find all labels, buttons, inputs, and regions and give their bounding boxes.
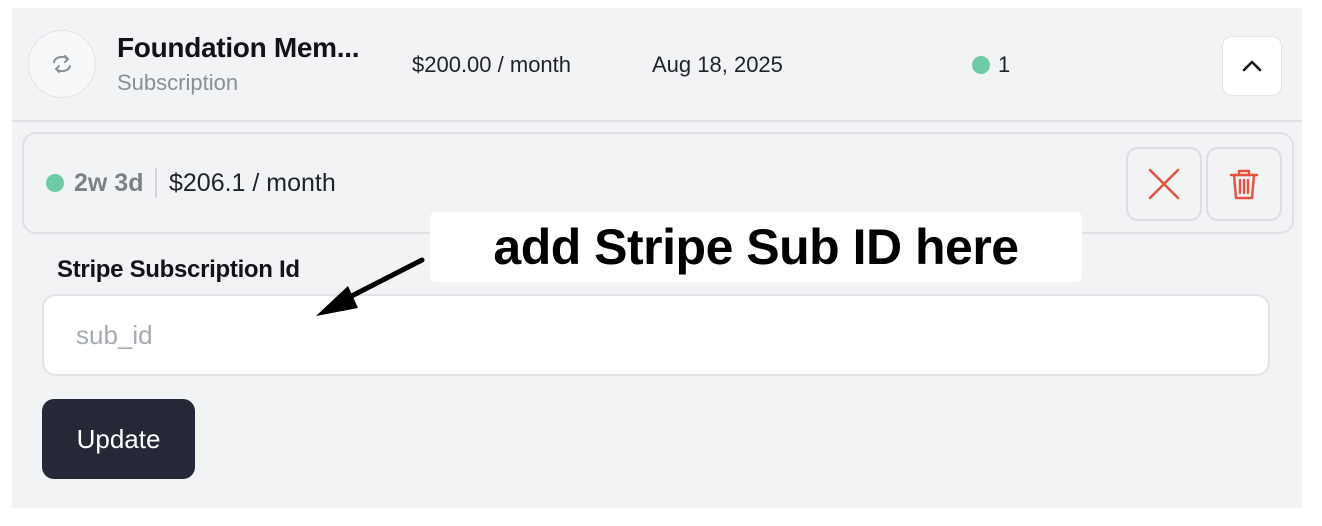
trash-icon (1229, 169, 1259, 200)
delete-button[interactable] (1206, 147, 1282, 221)
stripe-subscription-id-input[interactable] (42, 294, 1270, 376)
active-count-value: 1 (998, 52, 1011, 77)
item-age: 2w 3d (74, 168, 144, 197)
subscription-type: Subscription (117, 70, 239, 95)
subscription-header[interactable]: Foundation Mem... Subscription $200.00 /… (12, 8, 1302, 122)
close-icon (1148, 168, 1180, 200)
subscription-title: Foundation Mem... (117, 32, 360, 63)
update-button[interactable]: Update (42, 399, 195, 479)
item-amount: $206.1 / month (168, 168, 336, 197)
item-status: 2w 3d $206.1 / month (46, 168, 336, 198)
status-dot (46, 174, 64, 192)
chevron-up-icon (1242, 60, 1262, 72)
active-count: 1 (972, 52, 1010, 78)
annotation-arrow-icon (316, 257, 425, 316)
annotation-callout: add Stripe Sub ID here (430, 212, 1082, 282)
divider (155, 168, 157, 198)
subscription-price: $200.00 / month (412, 52, 572, 77)
refresh-icon (28, 30, 96, 98)
subscription-date: Aug 18, 2025 (652, 52, 783, 77)
status-dot (972, 56, 990, 74)
stripe-subscription-id-label: Stripe Subscription Id (57, 256, 300, 283)
cancel-button[interactable] (1126, 147, 1202, 221)
collapse-button[interactable] (1222, 36, 1282, 96)
subscription-panel: Foundation Mem... Subscription $200.00 /… (12, 8, 1302, 508)
